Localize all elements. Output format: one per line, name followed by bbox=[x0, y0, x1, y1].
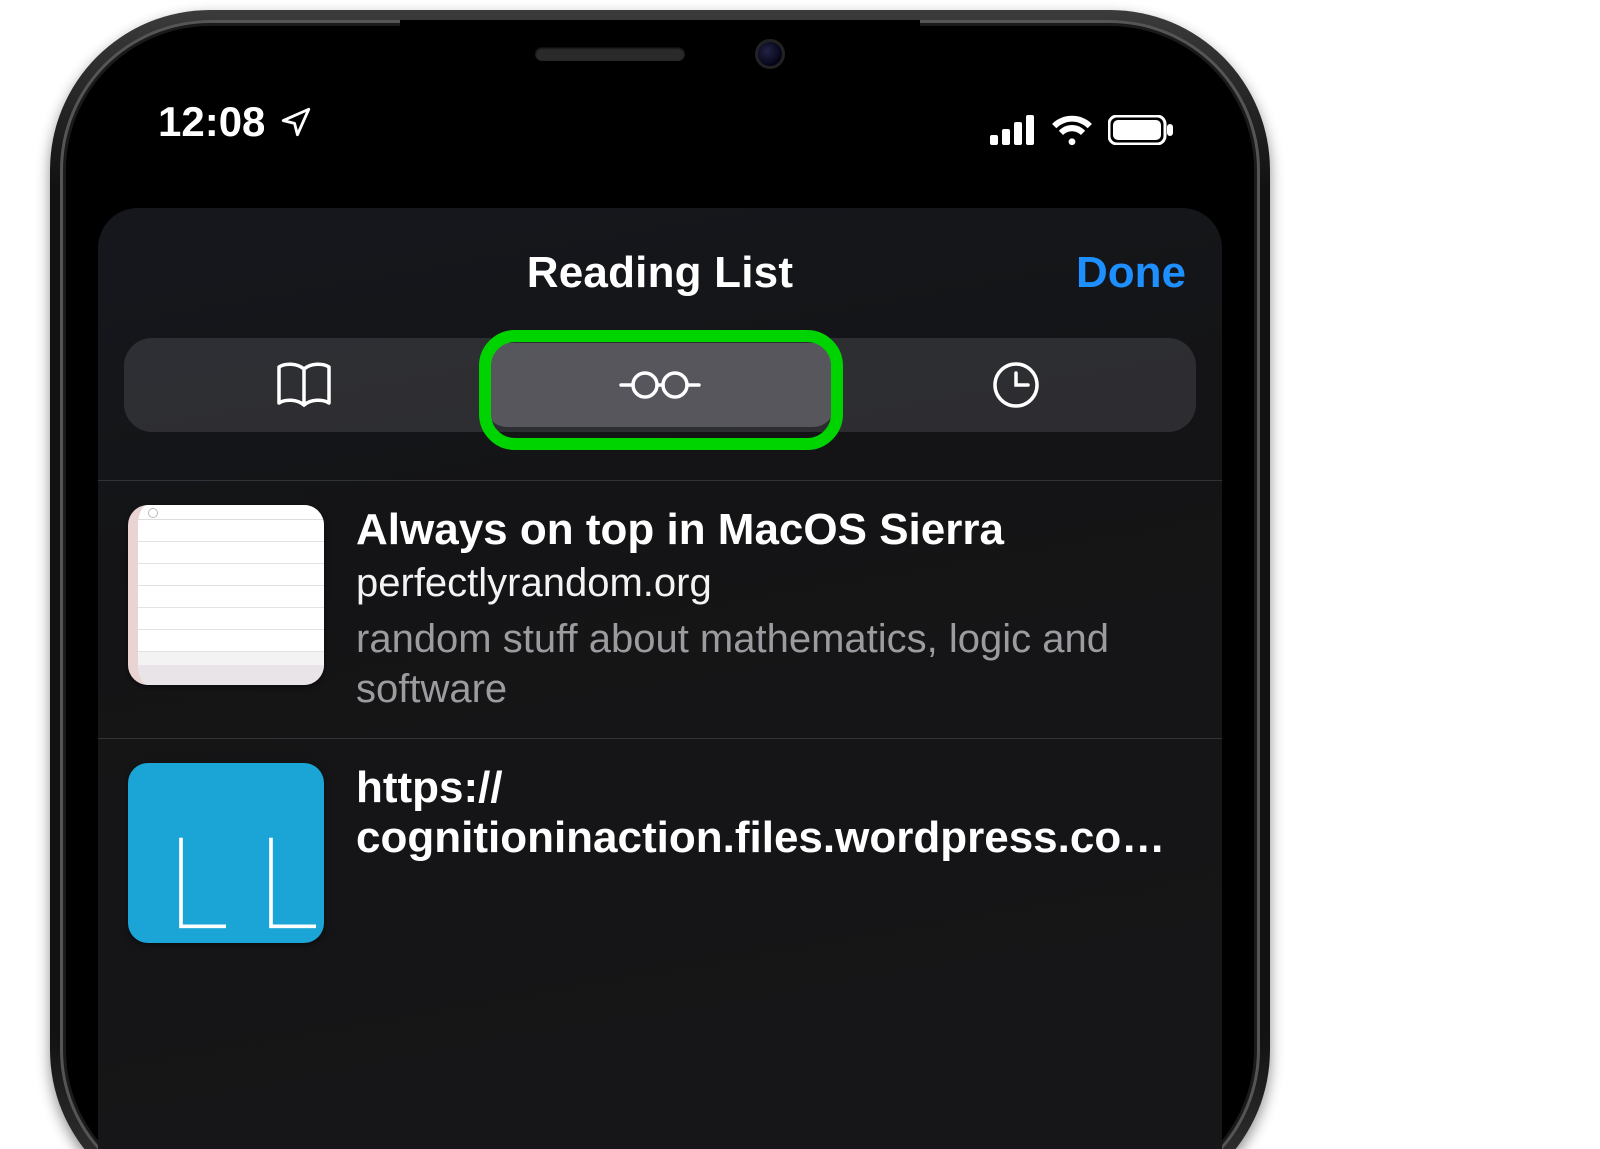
tab-bookmarks[interactable] bbox=[129, 343, 480, 427]
item-domain: perfectlyrandom.org bbox=[356, 561, 1192, 606]
glasses-icon bbox=[617, 368, 703, 402]
reading-list-item[interactable]: Always on top in MacOS Sierra perfectlyr… bbox=[98, 480, 1222, 738]
done-button[interactable]: Done bbox=[1076, 248, 1186, 298]
screen: 12:08 bbox=[98, 58, 1222, 1149]
signal-icon bbox=[990, 115, 1036, 145]
item-body: https:// cognitioninaction.files.wordpre… bbox=[356, 763, 1192, 943]
item-thumbnail bbox=[128, 505, 324, 685]
item-title: Always on top in MacOS Sierra bbox=[356, 505, 1192, 555]
panel-header: Reading List Done bbox=[98, 208, 1222, 338]
statusbar-time: 12:08 bbox=[158, 98, 265, 146]
tab-reading-list[interactable] bbox=[485, 343, 836, 427]
wifi-icon bbox=[1050, 114, 1094, 146]
statusbar-right bbox=[990, 114, 1174, 146]
reading-list-panel: Reading List Done bbox=[98, 208, 1222, 1149]
reading-list: Always on top in MacOS Sierra perfectlyr… bbox=[98, 480, 1222, 967]
statusbar-left: 12:08 bbox=[158, 98, 313, 146]
segmented-control bbox=[124, 338, 1196, 432]
location-arrow-icon bbox=[279, 105, 313, 139]
phone-frame: 12:08 bbox=[50, 10, 1270, 1149]
reading-list-item[interactable]: ⎿⎿ https:// cognitioninaction.files.word… bbox=[98, 738, 1222, 967]
statusbar: 12:08 bbox=[98, 58, 1222, 150]
battery-icon bbox=[1108, 115, 1174, 145]
item-title: https:// cognitioninaction.files.wordpre… bbox=[356, 763, 1192, 863]
canvas: 12:08 bbox=[0, 0, 1600, 1149]
book-icon bbox=[273, 361, 335, 409]
item-description: random stuff about mathematics, logic an… bbox=[356, 614, 1192, 714]
item-body: Always on top in MacOS Sierra perfectlyr… bbox=[356, 505, 1192, 714]
item-thumbnail: ⎿⎿ bbox=[128, 763, 324, 943]
clock-icon bbox=[991, 360, 1041, 410]
panel-title: Reading List bbox=[527, 248, 793, 298]
phone-bezel: 12:08 bbox=[60, 20, 1260, 1149]
tab-history[interactable] bbox=[840, 343, 1191, 427]
